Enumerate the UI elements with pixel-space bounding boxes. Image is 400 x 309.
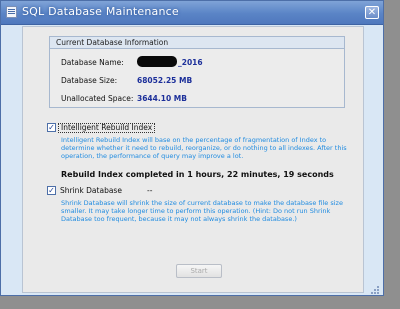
database-info-group: Current Database Information Database Na… (49, 36, 345, 108)
check-icon: ✓ (48, 123, 55, 132)
database-size-value: 68052.25 MB (137, 76, 193, 85)
window-title: SQL Database Maintenance (22, 5, 179, 18)
rebuild-index-checkbox[interactable]: ✓ (47, 123, 56, 132)
redacted-database-name (137, 56, 177, 67)
close-icon: ✕ (367, 7, 377, 18)
database-size-label: Database Size: (61, 76, 118, 85)
database-name-label: Database Name: (61, 58, 124, 67)
database-name-value: _2016 (178, 58, 203, 67)
shrink-database-description: Shrink Database will shrink the size of … (61, 199, 343, 223)
unallocated-space-label: Unallocated Space: (61, 94, 134, 103)
maintenance-window: SQL Database Maintenance ✕ Current Datab… (0, 0, 384, 296)
title-bar[interactable]: SQL Database Maintenance ✕ (1, 1, 383, 25)
close-button[interactable]: ✕ (365, 6, 379, 19)
resize-grip-icon[interactable] (371, 286, 380, 295)
rebuild-status-text: Rebuild Index completed in 1 hours, 22 m… (61, 170, 334, 179)
rebuild-index-label[interactable]: Intelligent Rebuild Index (58, 123, 156, 133)
start-button[interactable]: Start (176, 264, 222, 278)
rebuild-index-description: Intelligent Rebuild Index will base on t… (61, 136, 347, 160)
document-icon (6, 6, 17, 18)
shrink-database-label[interactable]: Shrink Database (60, 186, 122, 195)
shrink-status-text: -- (147, 186, 153, 195)
check-icon: ✓ (48, 186, 55, 195)
unallocated-space-value: 3644.10 MB (137, 94, 187, 103)
dialog-body: Current Database Information Database Na… (22, 26, 364, 293)
shrink-database-checkbox[interactable]: ✓ (47, 186, 56, 195)
group-title: Current Database Information (50, 37, 344, 49)
